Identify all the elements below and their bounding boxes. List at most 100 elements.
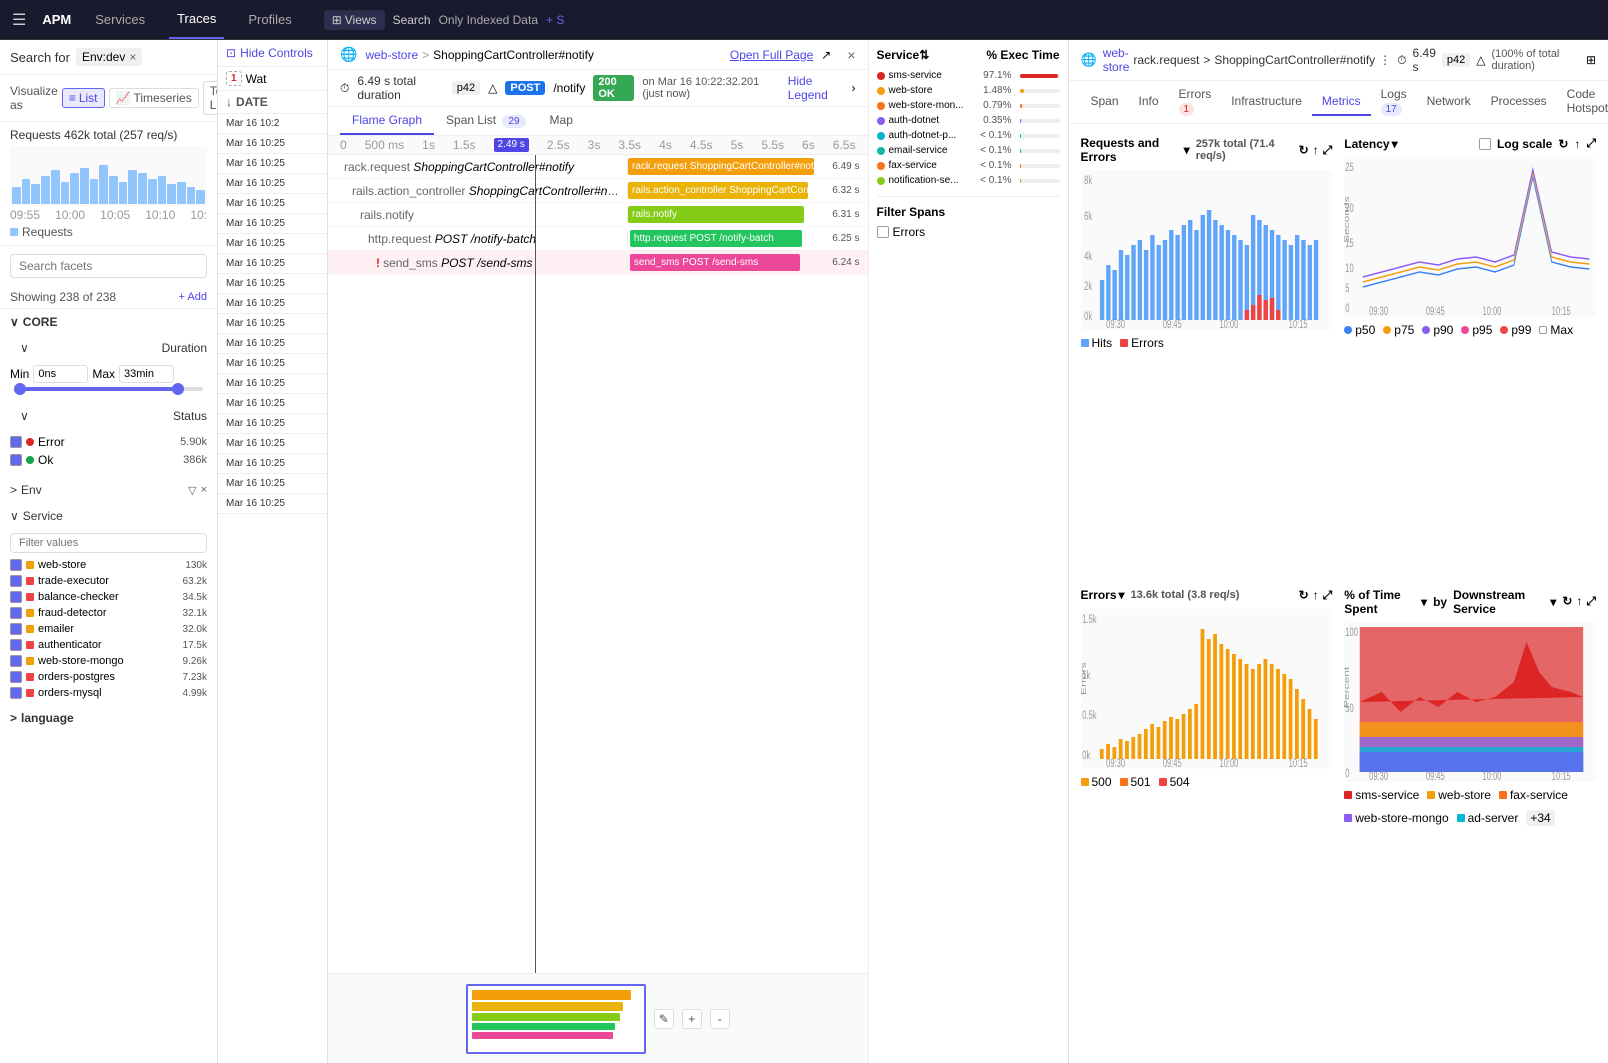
nav-profiles[interactable]: Profiles — [240, 0, 299, 39]
duration-slider-right[interactable] — [172, 383, 184, 395]
add-search-btn[interactable]: + S — [546, 13, 564, 27]
trace-list-item[interactable]: Mar 16 10:25 — [218, 214, 327, 234]
trace-list-item[interactable]: Mar 16 10:25 — [218, 494, 327, 514]
errors-checkbox[interactable] — [877, 226, 889, 238]
minimap-edit-btn[interactable]: ✎ — [654, 1009, 674, 1029]
flame-row-2[interactable]: rails.notify rails.notify 6.31 s — [328, 203, 868, 227]
service-checkbox[interactable] — [10, 559, 22, 571]
expand-icon[interactable]: ⊞ — [1586, 53, 1596, 67]
max-checkbox[interactable] — [1539, 326, 1547, 334]
trace-list-item[interactable]: Mar 16 10:25 — [218, 414, 327, 434]
trace-list-item[interactable]: Mar 16 10:25 — [218, 234, 327, 254]
tab-map[interactable]: Map — [538, 107, 585, 135]
span-tab-processes[interactable]: Processes — [1481, 88, 1557, 116]
refresh-icon[interactable]: ↻ — [1299, 143, 1309, 158]
env-clear-icon[interactable]: × — [201, 484, 207, 497]
trace-list-item[interactable]: Mar 16 10:25 — [218, 374, 327, 394]
sort-service-icon[interactable]: ⇅ — [919, 48, 929, 62]
hide-legend-btn[interactable]: Hide Legend — [788, 74, 844, 102]
span-tab-errors[interactable]: Errors 1 — [1169, 81, 1222, 123]
duration-header[interactable]: ∨ Duration — [0, 335, 217, 361]
span-service-link[interactable]: web-store — [1103, 46, 1130, 74]
latency-refresh-icon[interactable]: ↻ — [1558, 137, 1568, 151]
span-tab-infrastructure[interactable]: Infrastructure — [1221, 88, 1312, 116]
trace-list-item[interactable]: Mar 16 10:25 — [218, 254, 327, 274]
trace-list-item[interactable]: Mar 16 10:25 — [218, 434, 327, 454]
service-checkbox[interactable] — [10, 575, 22, 587]
core-header[interactable]: ∨ CORE — [0, 309, 217, 335]
max-duration-input[interactable] — [119, 365, 174, 383]
share-icon[interactable]: ↑ — [1313, 143, 1319, 158]
env-badge-close[interactable]: × — [129, 50, 136, 64]
requests-errors-dropdown[interactable]: Requests and Errors ▾ — [1081, 136, 1190, 164]
trace-list-item[interactable]: Mar 16 10:2 — [218, 114, 327, 134]
span-tab-info[interactable]: Info — [1129, 88, 1169, 116]
status-ok-checkbox[interactable] — [10, 454, 22, 466]
hamburger-icon[interactable]: ☰ — [12, 10, 26, 30]
trace-list-item[interactable]: Mar 16 10:25 — [218, 394, 327, 414]
trace-list-item[interactable]: Mar 16 10:25 — [218, 474, 327, 494]
trace-list-item[interactable]: Mar 16 10:25 — [218, 174, 327, 194]
time-spent-refresh-icon[interactable]: ↻ — [1562, 594, 1572, 609]
trace-list-item[interactable]: Mar 16 10:25 — [218, 354, 327, 374]
top-list-view-btn[interactable]: Top L — [203, 81, 218, 115]
timeseries-view-btn[interactable]: 📈 Timeseries — [109, 88, 199, 108]
latency-expand-icon[interactable]: ⤢ — [1586, 136, 1596, 151]
add-facet-btn[interactable]: + Add — [179, 291, 207, 303]
latency-share-icon[interactable]: ↑ — [1574, 137, 1580, 151]
breadcrumb-service[interactable]: web-store — [365, 48, 418, 62]
open-full-page-link[interactable]: Open Full Page — [730, 48, 813, 62]
sort-icon[interactable]: ↓ — [226, 95, 232, 109]
time-spent-share-icon[interactable]: ↑ — [1576, 594, 1582, 609]
service-filter-input[interactable] — [10, 533, 207, 553]
minimap-zoom-out-btn[interactable]: - — [710, 1009, 730, 1029]
more-legend[interactable]: +34 — [1526, 810, 1554, 826]
time-spent-expand-icon[interactable]: ⤢ — [1586, 594, 1596, 609]
time-spent-dropdown[interactable]: % of Time Spent ▾ — [1344, 588, 1427, 616]
trace-list-item[interactable]: Mar 16 10:25 — [218, 294, 327, 314]
views-btn[interactable]: ⊞ Views — [324, 10, 385, 30]
flame-row-1[interactable]: rails.action_controller ShoppingCartCont… — [328, 179, 868, 203]
trace-list-item[interactable]: Mar 16 10:25 — [218, 134, 327, 154]
service-checkbox[interactable] — [10, 655, 22, 667]
tab-span-list[interactable]: Span List 29 — [434, 107, 538, 135]
service-checkbox[interactable] — [10, 671, 22, 683]
errors-expand-icon[interactable]: ⤢ — [1323, 588, 1333, 603]
span-tab-metrics[interactable]: Metrics — [1312, 88, 1371, 116]
service-checkbox[interactable] — [10, 591, 22, 603]
errors-refresh-icon[interactable]: ↻ — [1299, 588, 1309, 603]
errors-share-icon[interactable]: ↑ — [1313, 588, 1319, 603]
minimap-zoom-in-btn[interactable]: + — [682, 1009, 702, 1029]
flame-row-0[interactable]: rack.request ShoppingCartController#noti… — [328, 155, 868, 179]
service-checkbox[interactable] — [10, 623, 22, 635]
nav-services[interactable]: Services — [87, 0, 153, 39]
latency-dropdown[interactable]: Latency ▾ — [1344, 137, 1397, 151]
min-duration-input[interactable] — [33, 365, 88, 383]
trace-list-item[interactable]: Mar 16 10:25 — [218, 194, 327, 214]
errors-dropdown[interactable]: Errors ▾ — [1081, 588, 1125, 602]
flame-row-3[interactable]: http.request POST /notify-batch http.req… — [328, 227, 868, 251]
service-facet-header[interactable]: ∨ Service — [0, 503, 217, 529]
group-by-dropdown[interactable]: Downstream Service ▾ — [1453, 588, 1556, 616]
flame-row-4[interactable]: ! send_sms POST /send-sms send_sms POST … — [328, 251, 868, 275]
search-facets-input[interactable] — [10, 254, 207, 278]
trace-list-item[interactable]: Mar 16 10:25 — [218, 334, 327, 354]
span-menu-icon[interactable]: ⋮ — [1379, 53, 1391, 67]
service-checkbox[interactable] — [10, 687, 22, 699]
close-panel-btn[interactable]: × — [847, 47, 855, 63]
status-error-checkbox[interactable] — [10, 436, 22, 448]
span-tab-network[interactable]: Network — [1417, 88, 1481, 116]
trace-list-item[interactable]: Mar 16 10:25 — [218, 454, 327, 474]
expand-chart-icon[interactable]: ⤢ — [1323, 143, 1333, 158]
nav-traces[interactable]: Traces — [169, 0, 224, 39]
trace-list-item[interactable]: Mar 16 10:25 — [218, 314, 327, 334]
service-checkbox[interactable] — [10, 607, 22, 619]
tab-flame-graph[interactable]: Flame Graph — [340, 107, 434, 135]
trace-list-item[interactable]: Mar 16 10:25 — [218, 154, 327, 174]
filter-icon[interactable]: ▽ — [188, 484, 196, 497]
log-scale-checkbox[interactable] — [1479, 138, 1491, 150]
status-header[interactable]: ∨ Status — [0, 403, 217, 429]
service-checkbox[interactable] — [10, 639, 22, 651]
span-tab-logs[interactable]: Logs 17 — [1371, 81, 1417, 123]
env-badge[interactable]: Env:dev × — [76, 48, 142, 66]
